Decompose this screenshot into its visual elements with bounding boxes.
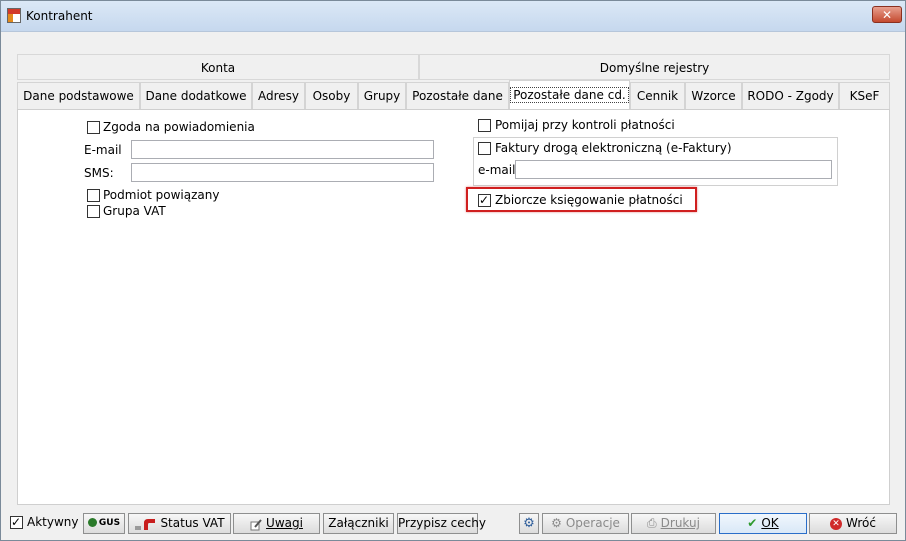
- sms-label: SMS:: [84, 166, 114, 180]
- window: Kontrahent ✕ Konta Domyślne rejestry Dan…: [0, 0, 906, 541]
- sms-input[interactable]: [131, 163, 434, 182]
- active-checkbox[interactable]: [10, 514, 23, 530]
- printer-icon: ⎙: [647, 516, 657, 530]
- tab-pozostale-dane-cd-label: Pozostałe dane cd.: [510, 87, 629, 103]
- email-label: E-mail: [84, 143, 122, 157]
- related-entity-label: Podmiot powiązany: [103, 188, 220, 202]
- operations-label: Operacje: [565, 516, 620, 530]
- tab-ksef[interactable]: KSeF: [839, 82, 890, 109]
- vat-group-label: Grupa VAT: [103, 204, 166, 218]
- tab-pozostale-dane[interactable]: Pozostałe dane: [406, 82, 509, 109]
- gus-button[interactable]: GUS: [83, 513, 125, 534]
- tab-wzorce[interactable]: Wzorce: [685, 82, 742, 109]
- tab-pozostale-dane-cd[interactable]: Pozostałe dane cd.: [509, 80, 630, 110]
- gus-logo-icon: [87, 518, 97, 527]
- tab-rodo-zgody[interactable]: RODO - Zgody: [742, 82, 839, 109]
- gears-icon: ⚙: [523, 516, 535, 531]
- title-bar[interactable]: Kontrahent ✕: [1, 1, 905, 32]
- pencil-icon: [250, 518, 262, 530]
- tab-dane-dodatkowe[interactable]: Dane dodatkowe: [140, 82, 252, 109]
- collective-posting-checkbox[interactable]: [478, 192, 491, 208]
- group-header-konta[interactable]: Konta: [17, 54, 419, 80]
- status-vat-icon: [134, 517, 156, 531]
- related-entity-checkbox[interactable]: [87, 189, 100, 202]
- status-vat-button[interactable]: Status VAT: [128, 513, 231, 534]
- tools-button[interactable]: ⚙: [519, 513, 539, 534]
- back-label: Wróć: [846, 516, 876, 530]
- active-label: Aktywny: [27, 515, 79, 529]
- operations-button[interactable]: ⚙ Operacje: [542, 513, 629, 534]
- close-button[interactable]: ✕: [872, 6, 902, 23]
- app-icon: [7, 8, 21, 23]
- skip-payment-check-checkbox[interactable]: [478, 119, 491, 132]
- e-invoice-email-label: e-mail: [478, 163, 516, 177]
- tab-cennik[interactable]: Cennik: [630, 82, 685, 109]
- skip-payment-check-label: Pomijaj przy kontroli płatności: [495, 118, 675, 132]
- email-input[interactable]: [131, 140, 434, 159]
- notes-button[interactable]: Uwagi: [233, 513, 320, 534]
- tab-osoby[interactable]: Osoby: [305, 82, 358, 109]
- ok-button[interactable]: ✔ OK: [719, 513, 807, 534]
- notify-consent-checkbox[interactable]: [87, 121, 100, 134]
- checkmark-icon: ✔: [747, 516, 758, 530]
- status-vat-label: Status VAT: [160, 516, 225, 530]
- tab-dane-podstawowe[interactable]: Dane podstawowe: [17, 82, 140, 109]
- cancel-icon: ✕: [830, 517, 843, 530]
- print-button[interactable]: ⎙ Drukuj: [631, 513, 716, 534]
- group-header-domyslne-rejestry[interactable]: Domyślne rejestry: [419, 54, 890, 80]
- notes-label: Uwagi: [266, 516, 303, 530]
- back-button[interactable]: ✕ Wróć: [809, 513, 897, 534]
- notify-consent-label: Zgoda na powiadomienia: [103, 120, 255, 134]
- operations-icon: ⚙: [551, 516, 562, 530]
- vat-group-checkbox[interactable]: [87, 205, 100, 218]
- gus-label: GUS: [98, 518, 121, 528]
- collective-posting-label: Zbiorcze księgowanie płatności: [495, 193, 683, 207]
- assign-features-button[interactable]: Przypisz cechy: [397, 513, 486, 534]
- print-label: Drukuj: [660, 516, 700, 530]
- window-title: Kontrahent: [26, 9, 93, 23]
- attachments-button[interactable]: Załączniki: [323, 513, 394, 534]
- e-invoice-email-input[interactable]: [515, 160, 832, 179]
- tab-adresy[interactable]: Adresy: [252, 82, 305, 109]
- tab-grupy[interactable]: Grupy: [358, 82, 406, 109]
- e-invoices-checkbox[interactable]: [478, 142, 491, 155]
- e-invoices-label: Faktury drogą elektroniczną (e-Faktury): [495, 141, 732, 155]
- ok-label: OK: [761, 516, 779, 530]
